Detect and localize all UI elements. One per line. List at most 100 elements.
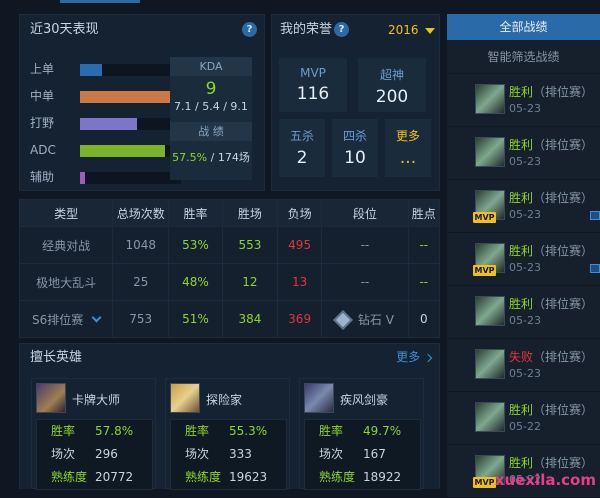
lane-row: 上单 <box>30 60 181 78</box>
match-mode: （排位赛） <box>533 456 594 470</box>
lane-bar-track <box>80 64 181 76</box>
column-header: 胜点 <box>407 199 441 227</box>
match-mode: （排位赛） <box>533 191 594 205</box>
record-label: 战 绩 <box>170 122 252 141</box>
more-honors-button[interactable]: 更多... <box>385 119 431 177</box>
stats-table: 类型 总场次数 胜率 胜场 负场 段位 胜点 经典对战 1048 53% 553 495 -- -- 极地… <box>18 199 441 338</box>
hero-stat-row: 胜率 49.7% <box>305 420 420 443</box>
cell-total: 25 <box>112 263 170 301</box>
match-item[interactable]: 胜利（排位赛） 05-23 <box>447 75 600 127</box>
lane-row: 辅助 <box>30 168 181 186</box>
stat-label: 胜率 <box>319 424 344 438</box>
hero-stat-row: 胜率 55.3% <box>171 420 286 443</box>
match-result-text: 胜利 <box>509 138 534 152</box>
stat-label: 场次 <box>319 447 344 461</box>
lane-bar-fill <box>80 172 86 184</box>
cell-wins: 384 <box>221 300 279 338</box>
match-item[interactable]: 胜利（排位赛） 05-23 MVP <box>447 234 600 286</box>
cell-losses-text: 13 <box>291 275 308 289</box>
lane-bar-fill <box>80 91 181 103</box>
cell-losses-text: 495 <box>288 238 312 252</box>
cell-rate: 51% <box>168 300 223 338</box>
cell-points: 0 <box>407 300 441 338</box>
tab-smart-filter[interactable]: 智能筛选战绩 <box>447 40 600 74</box>
match-date: 05-23 <box>509 155 541 168</box>
heroes-more-link[interactable]: 更多 <box>396 344 433 371</box>
games-count: 174场 <box>217 151 250 164</box>
hero-stats: 胜率 49.7% 场次 167 熟练度 18922 <box>304 419 421 490</box>
performance-help-icon[interactable]: ? <box>242 22 257 37</box>
hero-stat-row: 熟练度 19623 <box>171 466 286 489</box>
stat-label: 场次 <box>185 447 210 461</box>
match-item[interactable]: 失败（排位赛） 05-23 <box>447 340 600 392</box>
kda-label: KDA <box>170 57 252 76</box>
tab-all-matches[interactable]: 全部战绩 <box>447 14 600 40</box>
kda-value: 9 <box>205 79 217 99</box>
year-value: 2016 <box>388 23 419 37</box>
column-header: 总场次数 <box>112 199 170 227</box>
chevron-down-icon <box>91 312 102 322</box>
table-row: S6排位赛 753 51% 384 369 钻石 V 0 <box>18 300 441 338</box>
stat-label: 胜率 <box>51 424 76 438</box>
cell-losses-text: 369 <box>288 312 312 326</box>
stat-label: 熟练度 <box>319 470 356 484</box>
cell-total: 753 <box>112 300 170 338</box>
match-date: 05-23 <box>509 367 541 380</box>
watermark-text: xuexila.com <box>494 471 596 489</box>
hero-stat-row: 熟练度 20772 <box>37 466 152 489</box>
cell-total-text: 25 <box>133 275 149 289</box>
cell-points-text: -- <box>419 275 429 289</box>
match-result-text: 失败 <box>509 350 534 364</box>
stat-label: 熟练度 <box>51 470 88 484</box>
match-result: 胜利（排位赛） <box>509 242 593 259</box>
mvp-badge: MVP <box>473 265 496 276</box>
stat-label: 胜率 <box>185 424 210 438</box>
lane-name: 上单 <box>30 62 55 76</box>
match-item[interactable]: 胜利（排位赛） 05-23 <box>447 287 600 339</box>
cell-type-text: 极地大乱斗 <box>36 275 97 290</box>
match-date: 05-22 <box>509 420 541 433</box>
lane-row: ADC <box>30 141 181 159</box>
match-date: 05-23 <box>509 102 541 115</box>
cell-rate: 53% <box>168 226 223 264</box>
stat-value: 333 <box>229 447 252 461</box>
cell-rank: -- <box>321 263 409 301</box>
mvp-badge: MVP <box>473 212 496 223</box>
lane-name: 打野 <box>30 116 55 130</box>
cell-losses: 13 <box>277 263 323 301</box>
hero-card[interactable]: 探险家 胜率 55.3% 场次 333 熟练度 19623 <box>165 378 290 490</box>
kda-box: KDA 9 7.1 / 5.4 / 9.1 战 绩 57.5% / 174场 <box>170 57 252 180</box>
hero-card[interactable]: 卡牌大师 胜率 57.8% 场次 296 熟练度 20772 <box>31 378 156 490</box>
match-mode: （排位赛） <box>533 403 594 417</box>
cell-type[interactable]: S6排位赛 <box>18 300 114 338</box>
honor-help-icon[interactable]: ? <box>334 22 349 37</box>
picture-icon[interactable] <box>590 211 600 220</box>
match-hero-thumb <box>475 84 505 114</box>
hero-stats: 胜率 55.3% 场次 333 熟练度 19623 <box>170 419 287 490</box>
penta-box: 五杀 2 <box>279 119 325 177</box>
match-hero-thumb <box>475 402 505 432</box>
hero-card[interactable]: 疾风剑豪 胜率 49.7% 场次 167 熟练度 18922 <box>299 378 424 490</box>
match-mode: （排位赛） <box>533 297 594 311</box>
year-select[interactable]: 2016 <box>388 15 436 45</box>
cell-points: -- <box>407 263 441 301</box>
match-item[interactable]: 胜利（排位赛） 05-23 <box>447 128 600 180</box>
win-rate: 57.5% <box>172 151 208 164</box>
hero-portrait <box>170 383 200 413</box>
hero-stat-row: 场次 333 <box>171 443 286 466</box>
match-hero-thumb <box>475 296 505 326</box>
cell-rate-text: 48% <box>182 275 209 289</box>
match-result-text: 胜利 <box>509 85 534 99</box>
hero-stat-row: 场次 296 <box>37 443 152 466</box>
heroes-title: 擅长英雄 <box>30 350 83 365</box>
hero-stat-row: 胜率 57.8% <box>37 420 152 443</box>
match-item[interactable]: 胜利（排位赛） 05-23 MVP <box>447 181 600 233</box>
stat-value: 296 <box>95 447 118 461</box>
match-item[interactable]: 胜利（排位赛） 05-22 <box>447 393 600 445</box>
honor-panel: 我的荣誉 ? 2016 MVP 116 超神 200 五杀 2 四杀 10 更多... <box>271 14 440 191</box>
picture-icon[interactable] <box>590 264 600 273</box>
stat-value: 167 <box>363 447 386 461</box>
stats-body: 经典对战 1048 53% 553 495 -- -- 极地大乱斗 25 48% 12 13 -- -- S… <box>18 226 441 338</box>
column-header: 类型 <box>18 199 114 227</box>
mvp-label: MVP <box>300 66 326 80</box>
